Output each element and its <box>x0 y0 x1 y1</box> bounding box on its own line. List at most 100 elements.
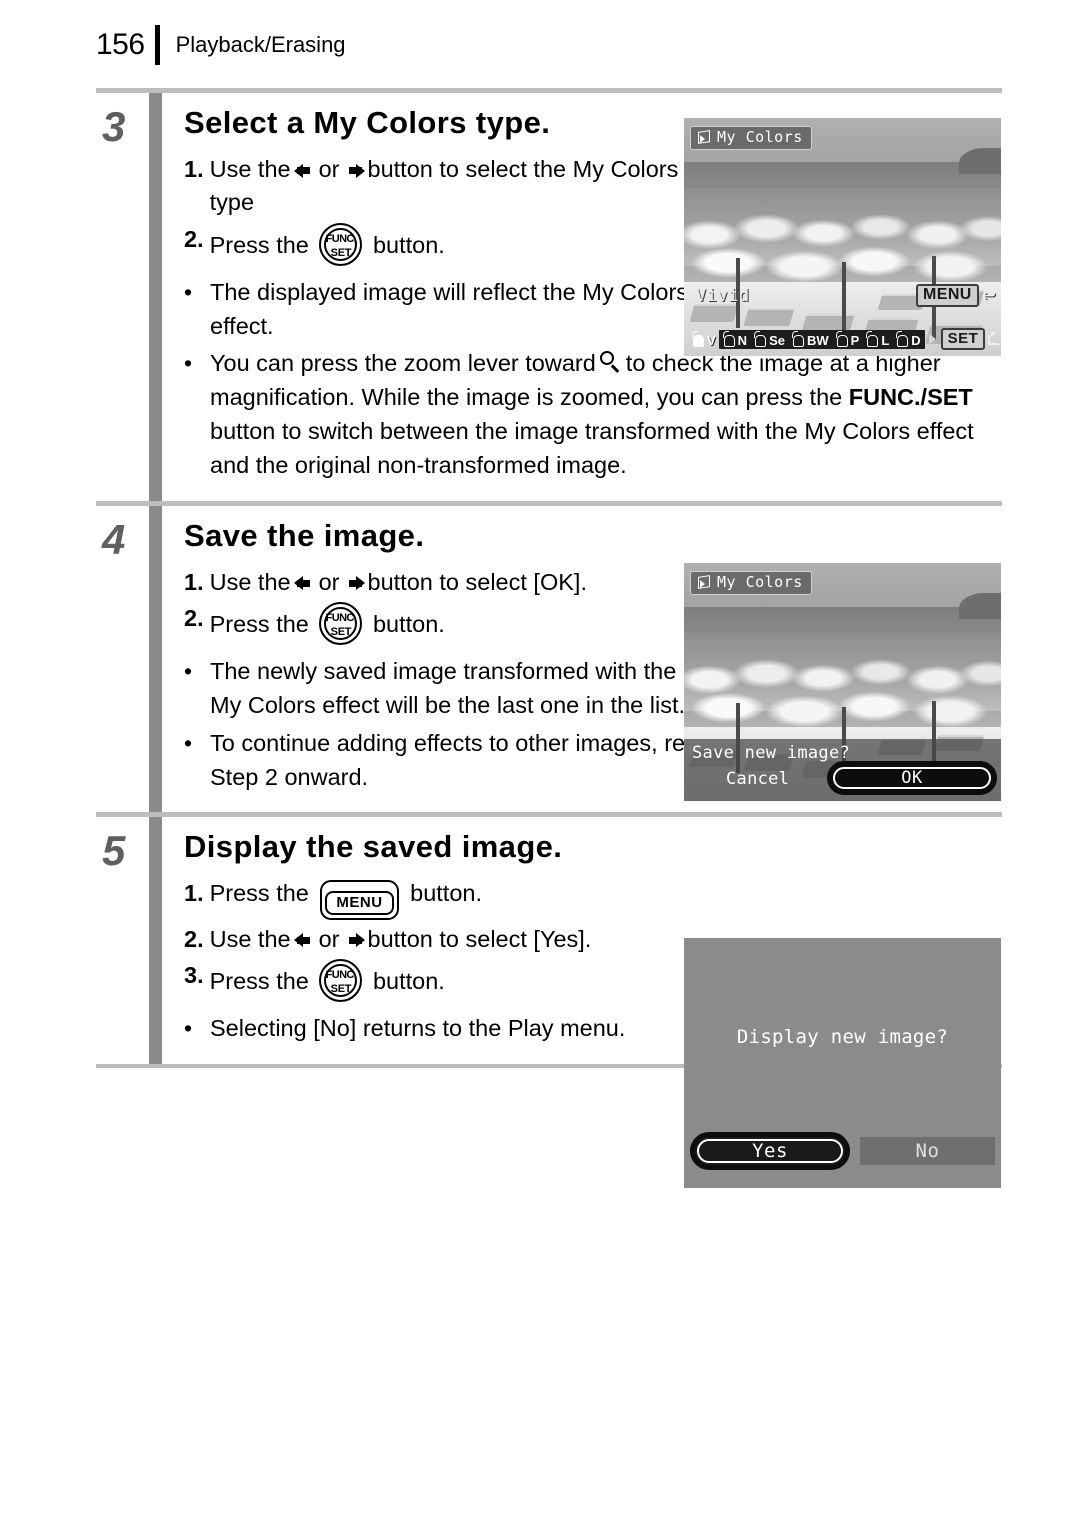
my-colors-title-label: My Colors <box>717 128 803 146</box>
my-colors-option-d-label: D <box>911 332 921 348</box>
step-5-item-2-mid: or <box>318 925 340 952</box>
step-3-keyword: FUNC./SET <box>848 384 973 411</box>
my-colors-glyph-icon <box>896 330 910 347</box>
photo-headland <box>959 593 1001 619</box>
step-3-bullet-2: • You can press the zoom lever toward to … <box>184 347 1002 482</box>
func-set-button-icon: FUNC. SET <box>319 602 363 646</box>
my-colors-options-strip: N Se BW P L D <box>718 329 925 349</box>
left-arrow-icon <box>293 574 316 593</box>
step-4-item-1-after: button to select [OK]. <box>367 568 587 595</box>
func-set-bottom-label: SET <box>330 626 352 639</box>
my-colors-option-n[interactable]: N <box>722 330 748 348</box>
step-5-item-2: 2. Use the or button to select [Yes]. <box>184 923 692 956</box>
step-4-item-1-marker: 1. <box>184 568 204 595</box>
my-colors-option-bw-label: BW <box>806 332 829 348</box>
magnify-icon <box>599 351 623 375</box>
my-colors-option-n-label: N <box>737 332 748 348</box>
step-5-item-2-before: Use the <box>209 925 291 952</box>
my-colors-mode-label: Vivid <box>696 286 750 306</box>
my-colors-glyph-icon <box>722 330 737 347</box>
step-3-bullet-2-part-a: You can press the zoom lever toward <box>210 350 596 377</box>
step-4-ordered-list: 1. Use the or button to select [OK]. 2. Pr… <box>184 566 692 646</box>
my-colors-title-badge: My Colors <box>690 126 812 150</box>
step-4-divider <box>149 505 162 813</box>
step-5-item-2-text: Use the or button to select [Yes]. <box>210 923 692 956</box>
step-3-bullet-1-text: The displayed image will reflect the My … <box>210 278 689 339</box>
bullet-dot: • <box>184 1015 193 1042</box>
beach-photo <box>684 118 1001 356</box>
my-colors-option-p-label: P <box>850 332 860 348</box>
step-3-item-1-marker: 1. <box>184 156 204 182</box>
left-arrow-icon <box>293 161 316 180</box>
step-3-item-2-before: Press the <box>209 231 309 258</box>
step-5-item-1-text: Press the MENU button. <box>209 877 692 920</box>
more-options-arrow-icon <box>928 334 936 344</box>
yes-button-label: Yes <box>752 1140 788 1162</box>
manual-page: 156 Playback/Erasing 3 Select a My Color… <box>0 0 1080 1521</box>
func-set-button-icon: FUNC. SET <box>319 222 363 266</box>
step-4-title: Save the image. <box>184 517 425 553</box>
step-5-item-2-after: button to select [Yes]. <box>367 925 592 952</box>
photo-lounger <box>743 308 795 326</box>
display-confirm-question: Display new image? <box>736 1026 949 1048</box>
my-colors-option-v-label: V <box>707 333 716 348</box>
step-4-bullet-1-text: The newly saved image transformed with t… <box>210 658 686 718</box>
lcd-screen-display-confirm: Display new image? Yes No <box>684 938 1001 1188</box>
save-icon <box>988 331 1001 347</box>
step-5-item-1-marker: 1. <box>184 880 204 907</box>
yes-button[interactable]: Yes <box>690 1132 850 1170</box>
my-colors-glyph-icon <box>791 330 806 347</box>
my-colors-option-d[interactable]: D <box>896 330 921 348</box>
section-title: Playback/Erasing <box>175 32 346 57</box>
step-5-item-1-before: Press the <box>209 880 309 907</box>
my-colors-title-badge: My Colors <box>690 571 812 595</box>
step-5-item-3-after: button. <box>372 968 445 995</box>
my-colors-option-se-label: Se <box>769 332 785 348</box>
my-colors-option-v[interactable]: V <box>692 331 716 347</box>
save-confirm-dialog: Save new image? Cancel OK <box>684 739 1001 801</box>
step-4-item-1-mid: or <box>318 568 340 595</box>
step-4-item-1-before: Use the <box>209 568 291 595</box>
photo-headland <box>959 148 1001 174</box>
step-3-item-2-after: button. <box>372 231 445 258</box>
playback-mode-icon <box>696 574 712 590</box>
my-colors-glyph-icon <box>754 330 768 347</box>
step-3-item-2-marker: 2. <box>184 225 204 252</box>
func-set-button-icon: FUNC. SET <box>319 959 363 1003</box>
right-arrow-icon <box>343 574 365 593</box>
lcd-menu-badge[interactable]: MENU <box>916 284 979 307</box>
cancel-button[interactable]: Cancel <box>726 769 789 789</box>
my-colors-title-label: My Colors <box>717 573 803 591</box>
my-colors-glyph-icon <box>692 331 706 347</box>
ok-button[interactable]: OK <box>827 761 997 795</box>
step-3-item-2: 2. Press the FUNC. SET button. <box>184 222 692 266</box>
step-4-item-2-after: button. <box>372 611 445 638</box>
no-button[interactable]: No <box>860 1137 995 1165</box>
step-3-ordered-list: 1. Use the or button to select the My Colo… <box>184 153 692 266</box>
step-5-item-3-before: Press the <box>209 968 309 995</box>
step-5-bullet-1: • Selecting [No] returns to the Play men… <box>184 1012 692 1046</box>
my-colors-option-l-label: L <box>881 332 890 348</box>
step-5-divider <box>149 817 162 1064</box>
right-arrow-icon <box>343 161 365 180</box>
header-divider-bar <box>154 25 160 65</box>
my-colors-option-se[interactable]: Se <box>754 330 785 348</box>
bullet-dot: • <box>184 278 193 305</box>
my-colors-option-bw[interactable]: BW <box>791 330 829 348</box>
menu-return-hint: MENU ↩ <box>916 284 996 307</box>
step-5-item-1-after: button. <box>410 880 482 907</box>
my-colors-selected-wrap: V <box>692 331 719 347</box>
step-3-item-1-before: Use the <box>209 156 291 182</box>
step-4-item-1: 1. Use the or button to select [OK]. <box>184 566 692 599</box>
step-3-item-2-text: Press the FUNC. SET button. <box>209 222 692 266</box>
step-3-number-column: 3 <box>96 93 149 501</box>
my-colors-option-p[interactable]: P <box>835 330 860 348</box>
step-5-ordered-list: 1. Press the MENU button. 2. Use the or bu… <box>184 877 692 1003</box>
lcd-set-badge[interactable]: SET <box>940 328 986 350</box>
step-4-item-1-text: Use the or button to select [OK]. <box>210 566 692 599</box>
step-4-item-2-text: Press the FUNC. SET button. <box>209 602 692 646</box>
func-set-bottom-label: SET <box>330 246 352 259</box>
my-colors-option-l[interactable]: L <box>866 330 890 348</box>
step-4-item-2-before: Press the <box>209 611 309 638</box>
step-3-item-1-text: Use the or button to select the My Colors … <box>210 153 692 220</box>
